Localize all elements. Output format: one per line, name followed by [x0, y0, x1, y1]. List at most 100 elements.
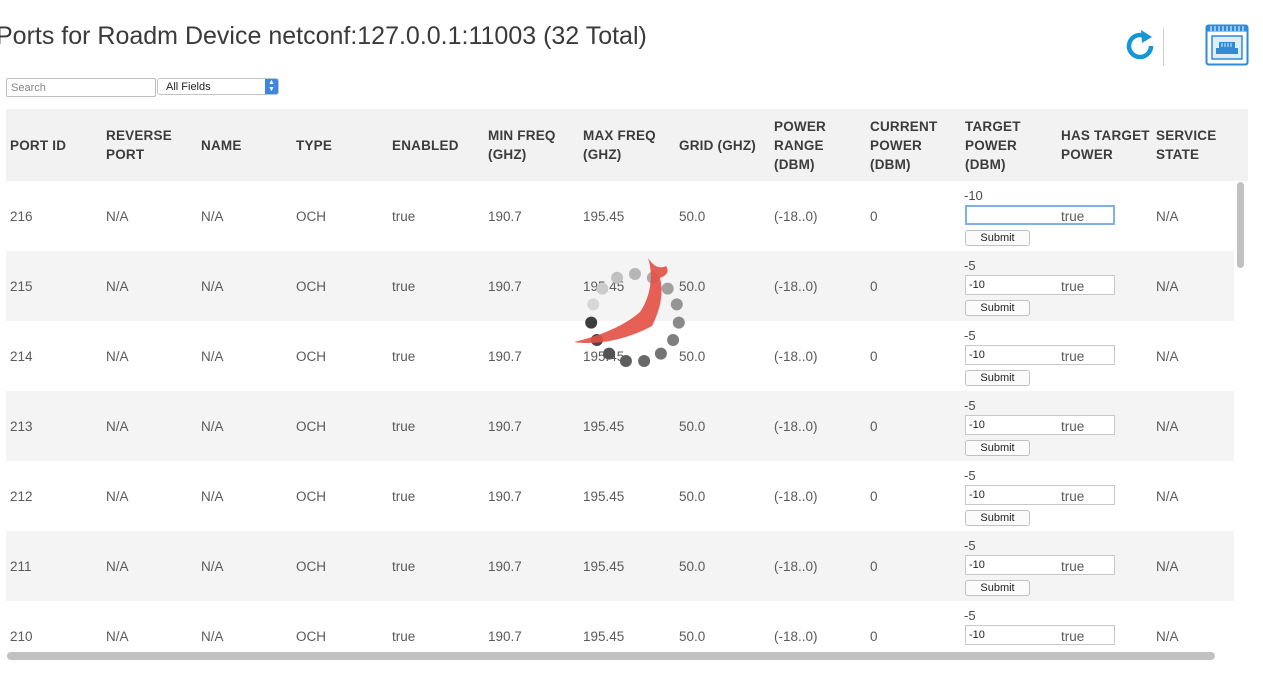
target-power-input[interactable] — [965, 415, 1115, 435]
column-header-enabled[interactable]: ENABLED — [392, 109, 459, 181]
column-header-target-power[interactable]: TARGET POWER (DBM) — [965, 109, 1021, 181]
cell-type: OCH — [296, 279, 326, 294]
cell-has-target-power: true — [1061, 209, 1085, 224]
column-header-line: SERVICE — [1156, 128, 1217, 143]
column-header-max-freq[interactable]: MAX FREQ (GHZ) — [583, 109, 656, 181]
cell-has-target-power: true — [1061, 629, 1085, 644]
cell-current-power: 0 — [870, 489, 878, 504]
table-header: PORT ID REVERSE PORT NAME TYPE ENABLED MIN FRE… — [6, 109, 1248, 181]
cell-min-freq: 190.7 — [488, 279, 522, 294]
cell-service-state: N/A — [1156, 419, 1179, 434]
cell-reverse-port: N/A — [106, 419, 129, 434]
target-power-input[interactable] — [965, 485, 1115, 505]
cell-enabled: true — [392, 489, 416, 504]
cell-type: OCH — [296, 489, 326, 504]
submit-button[interactable]: Submit — [965, 300, 1030, 316]
column-header-line: POWER — [870, 137, 923, 153]
cell-power-range: (-18..0) — [774, 419, 818, 434]
column-header-line: POWER — [774, 118, 827, 134]
cell-enabled: true — [392, 349, 416, 364]
table-row[interactable]: 216 N/A N/A OCH true 190.7 195.45 50.0 (-18..0) 0… — [6, 181, 1234, 251]
cell-port-id: 216 — [10, 209, 33, 224]
cell-current-power: 0 — [870, 419, 878, 434]
cell-min-freq: 190.7 — [488, 629, 522, 644]
column-header-grid[interactable]: GRID (GHZ) — [679, 109, 756, 181]
table-row[interactable]: 213 N/A N/A OCH true 190.7 195.45 50.0 (-18..0) 0… — [6, 391, 1234, 461]
cell-min-freq: 190.7 — [488, 349, 522, 364]
cell-current-power: 0 — [870, 349, 878, 364]
column-header-line: POWER — [1061, 147, 1114, 162]
submit-button[interactable]: Submit — [965, 510, 1030, 526]
target-power-input[interactable] — [965, 275, 1115, 295]
column-header-power-range[interactable]: POWER RANGE (DBM) — [774, 109, 826, 181]
submit-button[interactable]: Submit — [965, 580, 1030, 596]
horizontal-scrollbar[interactable] — [6, 651, 1232, 661]
column-header-line: NAME — [201, 137, 242, 153]
column-header-port-id[interactable]: PORT ID — [10, 109, 66, 181]
cell-service-state: N/A — [1156, 559, 1179, 574]
table-body: 216 N/A N/A OCH true 190.7 195.45 50.0 (-18..0) 0… — [6, 181, 1234, 650]
search-input[interactable] — [6, 78, 156, 97]
column-header-reverse-port[interactable]: REVERSE PORT — [106, 109, 172, 181]
vertical-scrollbar[interactable] — [1235, 181, 1248, 648]
cell-has-target-power: true — [1061, 279, 1085, 294]
column-header-current-power[interactable]: CURRENT POWER (DBM) — [870, 109, 937, 181]
port-view-button[interactable] — [1205, 24, 1249, 66]
column-header-line: (GHZ) — [488, 147, 527, 162]
column-header-line: REVERSE — [106, 128, 172, 143]
column-header-min-freq[interactable]: MIN FREQ (GHZ) — [488, 109, 556, 181]
vertical-scroll-thumb[interactable] — [1237, 182, 1244, 268]
submit-button[interactable]: Submit — [965, 230, 1030, 246]
column-header-type[interactable]: TYPE — [296, 109, 332, 181]
cell-max-freq: 195.45 — [583, 629, 625, 644]
cell-port-id: 211 — [10, 559, 32, 574]
cell-max-freq: 195.45 — [583, 559, 625, 574]
column-header-service-state[interactable]: SERVICE STATE — [1156, 109, 1216, 181]
refresh-icon — [1126, 30, 1154, 60]
table-row[interactable]: 211 N/A N/A OCH true 190.7 195.45 50.0 (-18..0) 0… — [6, 531, 1234, 601]
submit-button[interactable]: Submit — [965, 440, 1030, 456]
table-row[interactable]: 215 N/A N/A OCH true 190.7 195.45 50.0 (-18..0) 0… — [6, 251, 1234, 321]
cell-enabled: true — [392, 209, 416, 224]
target-power-input[interactable] — [965, 205, 1115, 225]
target-power-input[interactable] — [965, 625, 1115, 645]
target-power-input[interactable] — [965, 555, 1115, 575]
cell-power-range: (-18..0) — [774, 559, 818, 574]
submit-button[interactable]: Submit — [965, 370, 1030, 386]
cell-grid: 50.0 — [679, 489, 706, 504]
target-power-value: -10 — [964, 188, 983, 203]
target-power-input[interactable] — [965, 345, 1115, 365]
target-power-value: -5 — [964, 608, 976, 623]
cell-type: OCH — [296, 419, 326, 434]
column-header-line: MAX FREQ — [583, 128, 656, 143]
cell-grid: 50.0 — [679, 349, 706, 364]
cell-current-power: 0 — [870, 209, 878, 224]
cell-min-freq: 190.7 — [488, 489, 522, 504]
column-header-line: (GHZ) — [583, 147, 622, 162]
cell-port-id: 213 — [10, 419, 33, 434]
cell-max-freq: 195.45 — [583, 279, 625, 294]
horizontal-scroll-thumb[interactable] — [7, 652, 1215, 660]
column-header-line: PORT ID — [10, 137, 67, 153]
table-row[interactable]: 210 N/A N/A OCH true 190.7 195.45 50.0 (-18..0) 0… — [6, 601, 1234, 650]
cell-grid: 50.0 — [679, 419, 706, 434]
cell-current-power: 0 — [870, 279, 878, 294]
table-row[interactable]: 214 N/A N/A OCH true 190.7 195.45 50.0 (-18..0) 0… — [6, 321, 1234, 391]
field-select[interactable]: All Fields ▲ ▼ — [157, 78, 279, 95]
cell-reverse-port: N/A — [106, 279, 129, 294]
target-power-value: -5 — [964, 468, 976, 483]
cell-service-state: N/A — [1156, 279, 1179, 294]
column-header-name[interactable]: NAME — [201, 109, 242, 181]
table-row[interactable]: 212 N/A N/A OCH true 190.7 195.45 50.0 (-18..0) 0… — [6, 461, 1234, 531]
ethernet-port-icon — [1205, 24, 1249, 66]
cell-enabled: true — [392, 419, 416, 434]
cell-max-freq: 195.45 — [583, 489, 625, 504]
cell-max-freq: 195.45 — [583, 349, 625, 364]
cell-type: OCH — [296, 559, 326, 574]
cell-name: N/A — [201, 349, 224, 364]
column-header-has-target-power[interactable]: HAS TARGET POWER — [1061, 109, 1150, 181]
column-header-line: TARGET — [965, 118, 1021, 134]
cell-min-freq: 190.7 — [488, 419, 522, 434]
cell-max-freq: 195.45 — [583, 419, 625, 434]
refresh-button[interactable] — [1121, 28, 1159, 64]
